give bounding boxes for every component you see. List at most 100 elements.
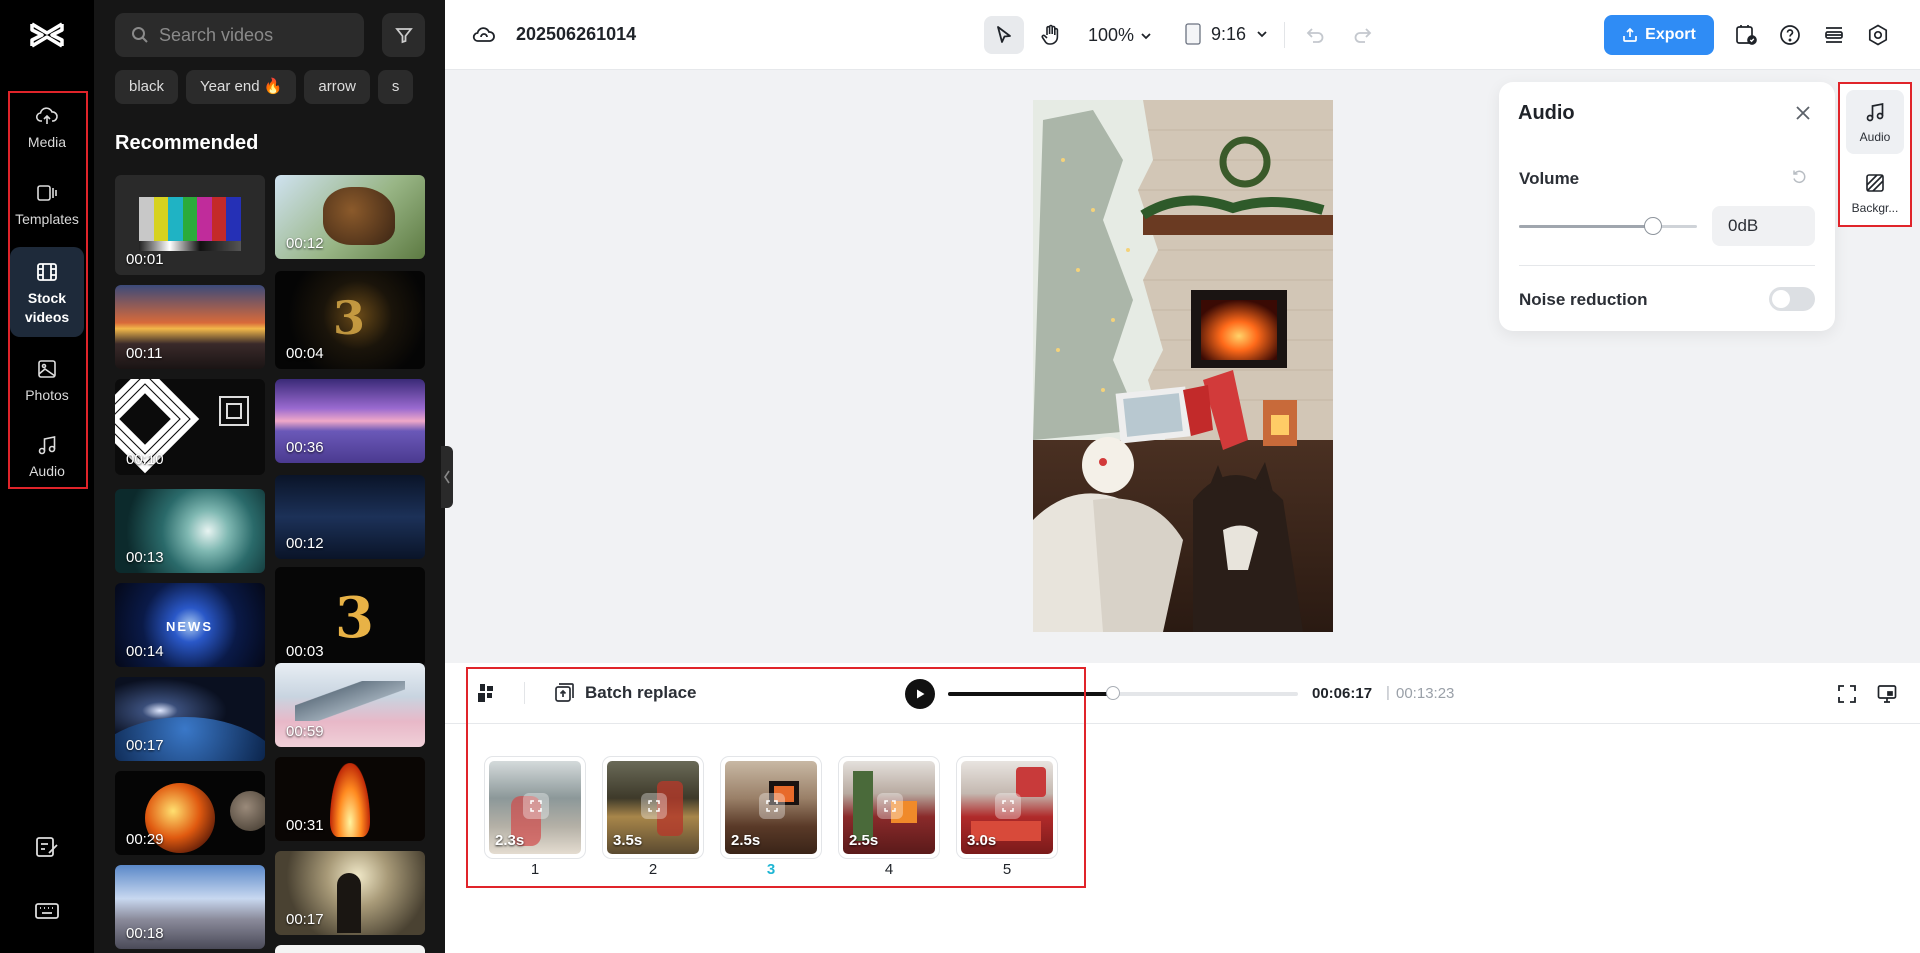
video-thumb[interactable]: 3 00:03 — [275, 567, 425, 667]
clip-number: 4 — [884, 861, 894, 878]
clip-length: 2.5s — [849, 832, 879, 849]
rail-item-stock-videos[interactable]: Stock videos — [10, 247, 84, 337]
clip-2[interactable]: 3.5s — [602, 756, 704, 859]
filter-button[interactable] — [382, 13, 425, 57]
chip-arrow[interactable]: arrow — [304, 70, 370, 104]
rail-item-label: Audio — [29, 463, 65, 479]
volume-slider-track[interactable] — [1519, 225, 1697, 228]
chip-year-end[interactable]: Year end 🔥 — [186, 70, 297, 104]
clip-length: 3.5s — [613, 832, 643, 849]
noise-reduction-toggle[interactable] — [1769, 287, 1815, 311]
clip-thumbnail: 2.5s — [843, 761, 935, 854]
clip-1[interactable]: 2.3s — [484, 756, 586, 859]
music-note-icon — [38, 436, 56, 455]
video-duration: 00:01 — [126, 251, 164, 268]
video-thumb[interactable]: 00:17 — [275, 851, 425, 935]
select-tool-button[interactable] — [984, 16, 1024, 54]
video-duration: 00:59 — [286, 723, 324, 740]
video-thumb[interactable]: 00:59 — [275, 663, 425, 747]
keyboard-icon[interactable] — [34, 898, 60, 924]
replace-icon — [877, 793, 903, 819]
chip-truncated[interactable]: s — [377, 70, 414, 104]
replace-icon — [523, 793, 549, 819]
layers-icon[interactable] — [1822, 23, 1846, 47]
rail-item-media[interactable]: Media — [10, 104, 84, 152]
film-icon — [37, 263, 57, 281]
video-thumb[interactable]: 00:12 — [275, 175, 425, 259]
ratio-value: 9:16 — [1211, 23, 1247, 44]
volume-slider-fill — [1519, 225, 1653, 228]
keyword-chips: black Year end 🔥 arrow s — [115, 70, 414, 104]
rail-item-photos[interactable]: Photos — [10, 357, 84, 405]
current-time: 00:06:17 — [1312, 685, 1373, 702]
rail-item-label: Stock videos — [24, 290, 70, 325]
zoom-dropdown[interactable]: 100% — [1088, 25, 1152, 46]
video-thumb[interactable]: 00:11 — [115, 285, 265, 369]
clip-number: 5 — [1002, 861, 1012, 878]
undo-icon[interactable] — [1304, 24, 1326, 46]
video-thumb[interactable] — [275, 945, 425, 953]
video-duration: 00:31 — [286, 817, 324, 834]
video-duration: 00:12 — [286, 235, 324, 252]
video-thumb[interactable]: 00:10 — [115, 379, 265, 475]
chip-black[interactable]: black — [115, 70, 179, 104]
ratio-dropdown[interactable]: 9:16 — [1185, 23, 1268, 45]
clip-number: 3 — [766, 861, 776, 878]
video-thumb[interactable]: 3 00:04 — [275, 271, 425, 369]
clip-5[interactable]: 3.0s — [956, 756, 1058, 859]
clip-length: 2.5s — [731, 832, 761, 849]
help-icon[interactable] — [1778, 23, 1802, 47]
settings-icon[interactable] — [1866, 23, 1890, 47]
video-duration: 00:17 — [126, 737, 164, 754]
reset-icon[interactable] — [1791, 168, 1808, 185]
notes-icon[interactable] — [34, 834, 60, 860]
export-label: Export — [1645, 26, 1696, 43]
video-thumb[interactable]: 00:29 — [115, 771, 265, 855]
clip-length: 3.0s — [967, 832, 997, 849]
rail-item-audio[interactable]: Audio — [10, 433, 84, 481]
video-thumb[interactable]: NEWS 00:14 — [115, 583, 265, 667]
video-duration: 00:12 — [286, 535, 324, 552]
panel-collapse-handle[interactable] — [441, 446, 453, 508]
clip-thumbnail: 3.0s — [961, 761, 1053, 854]
video-thumb[interactable]: 00:18 — [115, 865, 265, 949]
cloud-sync-icon[interactable] — [472, 23, 496, 47]
video-thumb[interactable]: 00:01 — [115, 175, 265, 275]
noise-reduction-label: Noise reduction — [1519, 290, 1648, 309]
background-icon — [1866, 174, 1884, 192]
capcut-logo[interactable] — [28, 18, 66, 52]
review-icon[interactable] — [1734, 23, 1758, 47]
cloud-upload-icon — [35, 107, 58, 124]
hand-tool-button[interactable] — [1031, 16, 1071, 54]
video-duration: 00:29 — [126, 831, 164, 848]
video-thumb[interactable]: 00:12 — [275, 475, 425, 559]
redo-icon[interactable] — [1352, 24, 1374, 46]
volume-value-input[interactable]: 0dB — [1712, 206, 1815, 246]
project-name[interactable]: 202506261014 — [516, 24, 636, 45]
video-duration: 00:36 — [286, 439, 324, 456]
export-button[interactable]: Export — [1604, 15, 1714, 55]
replace-icon — [995, 793, 1021, 819]
search-input[interactable]: Search videos — [115, 13, 364, 57]
aspect-ratio-icon — [1185, 23, 1201, 45]
clip-length: 2.3s — [495, 832, 525, 849]
video-thumb[interactable]: 00:17 — [115, 677, 265, 761]
video-thumb[interactable]: 00:31 — [275, 757, 425, 841]
display-icon[interactable] — [1876, 683, 1898, 705]
rail-item-templates[interactable]: Templates — [10, 181, 84, 229]
rail-item-label: Media — [27, 134, 67, 150]
clip-4[interactable]: 2.5s — [838, 756, 940, 859]
playback-progress-handle[interactable] — [1105, 686, 1120, 700]
volume-slider-handle[interactable] — [1643, 217, 1662, 235]
divider — [1284, 22, 1285, 48]
fullscreen-icon[interactable] — [1836, 683, 1858, 705]
video-thumb[interactable]: 00:13 — [115, 489, 265, 573]
tab-audio[interactable]: Audio — [1846, 90, 1904, 154]
clip-3[interactable]: 2.5s — [720, 756, 822, 859]
replace-icon — [759, 793, 785, 819]
close-icon[interactable] — [1794, 104, 1812, 122]
video-thumb[interactable]: 00:36 — [275, 379, 425, 463]
video-preview[interactable] — [1033, 100, 1333, 632]
tab-background[interactable]: Backgr... — [1846, 161, 1904, 225]
volume-label: Volume — [1519, 169, 1580, 188]
